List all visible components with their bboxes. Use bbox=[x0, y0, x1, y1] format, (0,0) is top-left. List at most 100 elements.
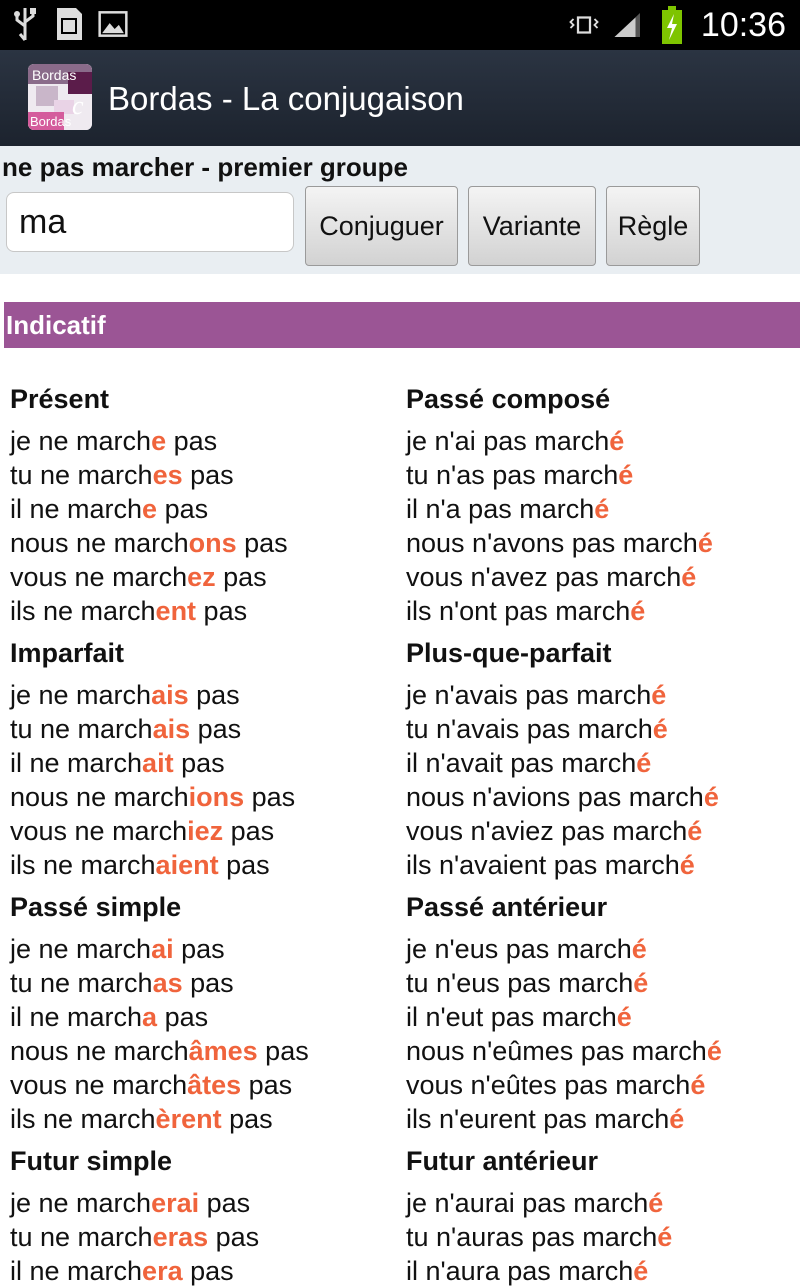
conjugation-line: il ne marche pas bbox=[10, 492, 400, 526]
signal-icon bbox=[613, 7, 643, 43]
conjugation-stem: vous ne march bbox=[10, 562, 188, 592]
mode-header: Indicatif bbox=[4, 302, 800, 348]
conjugation-line: ils n'eurent pas marché bbox=[406, 1102, 796, 1136]
conjugation-suffix: pas bbox=[215, 562, 267, 592]
conjugation-line: il ne marchera pas bbox=[10, 1254, 400, 1288]
conjugation-stem: ils ne march bbox=[10, 850, 156, 880]
conjugation-stem: ils n'eurent pas march bbox=[406, 1104, 670, 1134]
conjugation-stem: je n'avais pas march bbox=[406, 680, 652, 710]
conjugation-line: tu ne marchais pas bbox=[10, 712, 400, 746]
conjugation-stem: je ne march bbox=[10, 934, 152, 964]
conjugation-ending: ions bbox=[188, 782, 245, 812]
conjugation-ending: iez bbox=[187, 816, 224, 846]
conjugation-line: vous ne marchiez pas bbox=[10, 814, 400, 848]
conjugation-line: ils ne marchèrent pas bbox=[10, 1102, 400, 1136]
conjugation-ending: aient bbox=[155, 850, 219, 880]
tense-plus-que-parfait: Plus-que-parfait je n'avais pas marché tu … bbox=[406, 638, 796, 882]
conjugation-suffix: pas bbox=[173, 748, 225, 778]
conjugation-stem: je n'ai pas march bbox=[406, 426, 610, 456]
conjugation-stem: tu n'auras pas march bbox=[406, 1222, 658, 1252]
conjugation-line: il n'a pas marché bbox=[406, 492, 796, 526]
conjugation-line: je ne marcherai pas bbox=[10, 1186, 400, 1220]
conjugation-line: nous ne marchions pas bbox=[10, 780, 400, 814]
conjugation-ending: é bbox=[633, 968, 649, 998]
vibrate-icon bbox=[569, 7, 599, 43]
conjugation-stem: il n'a pas march bbox=[406, 494, 595, 524]
conjugation-line: je ne marchai pas bbox=[10, 932, 400, 966]
verb-input[interactable] bbox=[6, 192, 294, 252]
conjugation-suffix: pas bbox=[236, 528, 288, 558]
conjugation-stem: tu ne march bbox=[10, 714, 153, 744]
conjugation-suffix: pas bbox=[223, 816, 275, 846]
search-panel: ne pas marcher - premier groupe Conjugue… bbox=[0, 146, 800, 274]
conjugation-stem: nous n'avions pas march bbox=[406, 782, 704, 812]
conjugation-suffix: pas bbox=[244, 782, 296, 812]
tense-name: Futur antérieur bbox=[406, 1146, 599, 1176]
conjugation-suffix: pas bbox=[199, 1188, 251, 1218]
conjugation-line: je ne marchais pas bbox=[10, 678, 400, 712]
regle-button[interactable]: Règle bbox=[606, 186, 700, 266]
app-logo[interactable]: Bordas c Bordas bbox=[28, 64, 92, 130]
svg-text:Bordas: Bordas bbox=[32, 67, 76, 83]
conjugation-line: nous n'avions pas marché bbox=[406, 780, 796, 814]
conjugation-stem: tu ne march bbox=[10, 1222, 153, 1252]
tense-name: Plus-que-parfait bbox=[406, 638, 612, 668]
conjuguer-button[interactable]: Conjuguer bbox=[305, 186, 458, 266]
conjugation-stem: tu ne march bbox=[10, 460, 153, 490]
conjugation-line: nous n'eûmes pas marché bbox=[406, 1034, 796, 1068]
conjugation-ending: es bbox=[152, 460, 183, 490]
conjugation-stem: ils n'ont pas march bbox=[406, 596, 631, 626]
conjugation-stem: ils ne march bbox=[10, 596, 156, 626]
conjugation-line: il ne marchait pas bbox=[10, 746, 400, 780]
tense-present: Présent je ne marche pas tu ne marches pas… bbox=[10, 384, 400, 628]
conjugation-suffix: pas bbox=[182, 1256, 234, 1286]
conjugation-suffix: pas bbox=[182, 968, 234, 998]
conjugation-ending: a bbox=[142, 1002, 158, 1032]
conjugation-line: je ne marche pas bbox=[10, 424, 400, 458]
conjugation-line: il n'eut pas marché bbox=[406, 1000, 796, 1034]
conjugation-ending: é bbox=[630, 596, 646, 626]
tense-name: Passé simple bbox=[10, 892, 182, 922]
conjugation-ending: é bbox=[636, 748, 652, 778]
conjugation-line: je n'aurai pas marché bbox=[406, 1186, 796, 1220]
conjugation-ending: e bbox=[142, 494, 158, 524]
conjugation-stem: ils ne march bbox=[10, 1104, 156, 1134]
conjugation-suffix: pas bbox=[173, 934, 225, 964]
conjugation-ending: é bbox=[657, 1222, 673, 1252]
tense-imparfait: Imparfait je ne marchais pas tu ne marchai… bbox=[10, 638, 400, 882]
conjugation-line: tu ne marchas pas bbox=[10, 966, 400, 1000]
conjugation-line: nous ne marchons pas bbox=[10, 526, 400, 560]
conjugation-stem: je ne march bbox=[10, 426, 152, 456]
conjugation-stem: il n'avait pas march bbox=[406, 748, 637, 778]
conjugation-stem: vous ne march bbox=[10, 816, 188, 846]
conjugation-line: vous n'aviez pas marché bbox=[406, 814, 796, 848]
conjugation-stem: nous ne march bbox=[10, 528, 189, 558]
conjugation-ending: é bbox=[681, 562, 697, 592]
conjugation-ending: é bbox=[690, 1070, 706, 1100]
conjugation-suffix: pas bbox=[257, 1036, 309, 1066]
conjugation-stem: nous n'eûmes pas march bbox=[406, 1036, 707, 1066]
conjugation-line: vous n'eûtes pas marché bbox=[406, 1068, 796, 1102]
conjugation-suffix: pas bbox=[157, 494, 209, 524]
svg-text:c: c bbox=[72, 91, 84, 120]
variante-button[interactable]: Variante bbox=[468, 186, 596, 266]
svg-text:Bordas: Bordas bbox=[30, 114, 72, 129]
sd-card-icon bbox=[54, 6, 84, 42]
conjugation-suffix: pas bbox=[166, 426, 218, 456]
conjugation-stem: il n'eut pas march bbox=[406, 1002, 617, 1032]
conjugation-line: je n'avais pas marché bbox=[406, 678, 796, 712]
conjugation-ending: ait bbox=[142, 748, 174, 778]
system-icons: 10:36 bbox=[569, 0, 786, 50]
notification-icons bbox=[10, 6, 128, 42]
conjugation-ending: é bbox=[631, 934, 647, 964]
conjugation-line: ils n'ont pas marché bbox=[406, 594, 796, 628]
conjugation-stem: il ne march bbox=[10, 1256, 143, 1286]
tense-name: Passé composé bbox=[406, 384, 611, 414]
conjugation-suffix: pas bbox=[188, 680, 240, 710]
conjugation-stem: il ne march bbox=[10, 748, 143, 778]
conjugation-line: nous n'avons pas marché bbox=[406, 526, 796, 560]
conjugation-ending: é bbox=[633, 1256, 649, 1286]
conjugation-line: tu n'eus pas marché bbox=[406, 966, 796, 1000]
tense-passe-compose: Passé composé je n'ai pas marché tu n'as p… bbox=[406, 384, 796, 628]
conjugation-ending: é bbox=[697, 528, 713, 558]
